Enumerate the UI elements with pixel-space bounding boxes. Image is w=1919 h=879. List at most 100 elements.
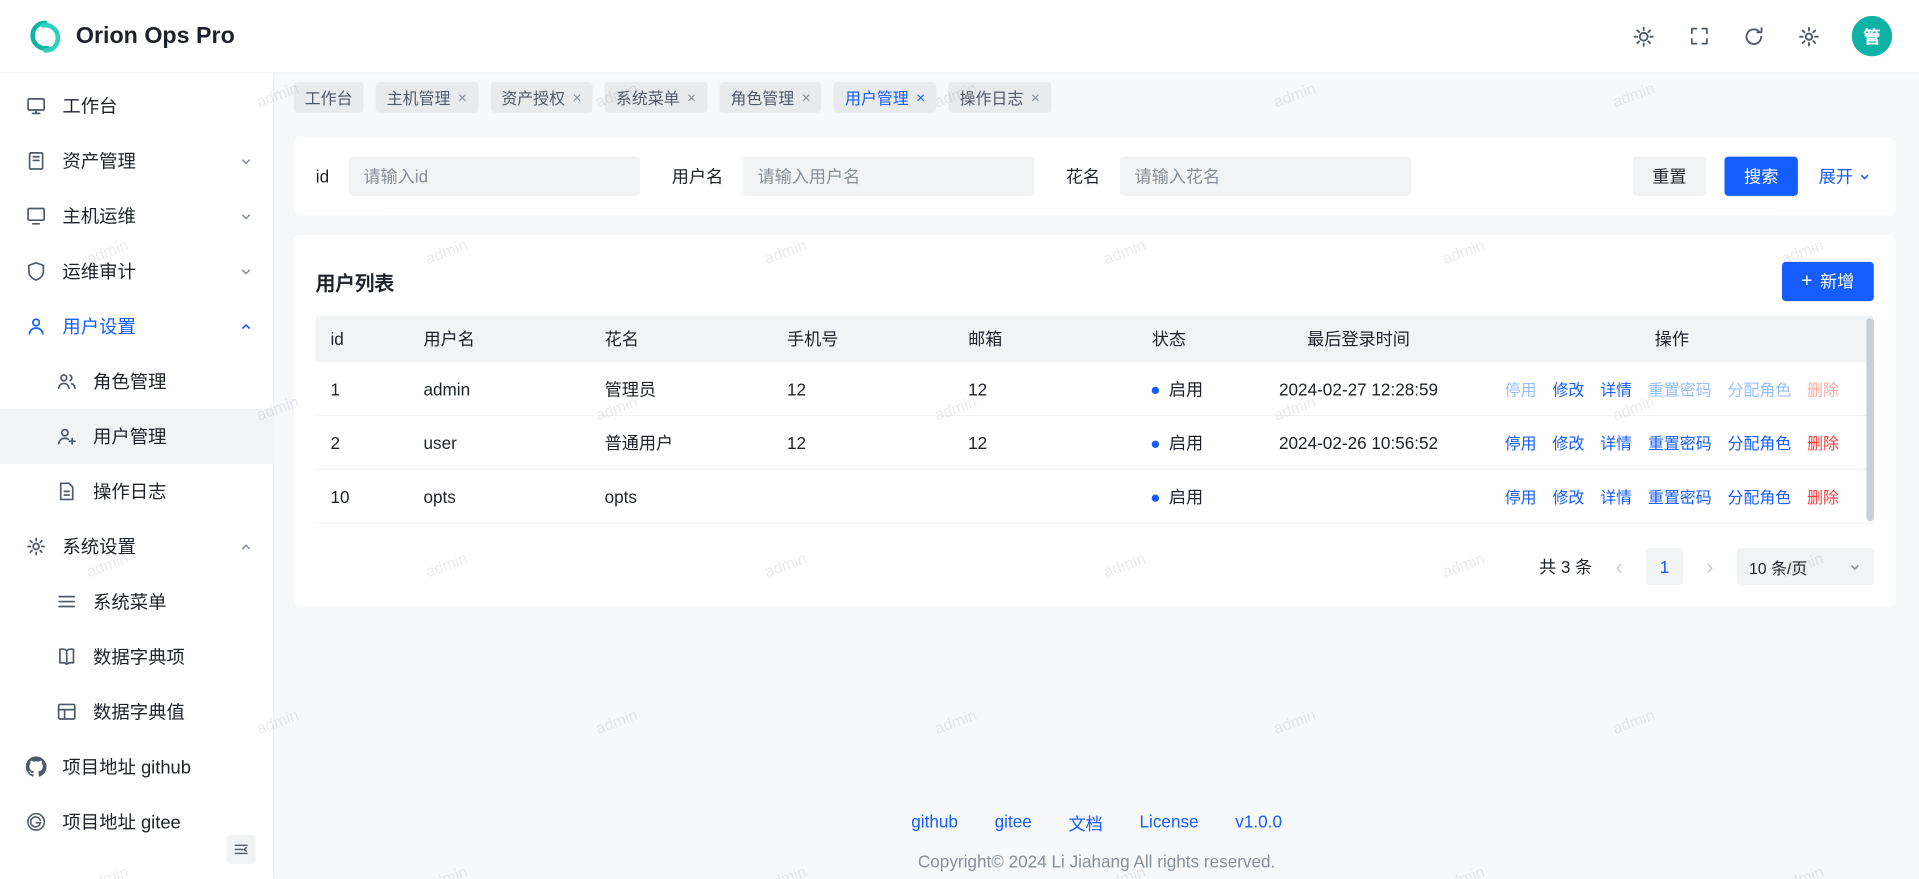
action-assign-role[interactable]: 分配角色 [1728,431,1792,454]
page-number-button[interactable]: 1 [1646,548,1683,585]
cell-id: 2 [316,433,409,453]
cell-username: admin [409,379,590,399]
action-disable[interactable]: 停用 [1505,377,1537,400]
fullscreen-icon[interactable] [1687,24,1711,48]
settings-gear-icon[interactable] [1797,24,1821,48]
footer-link-gitee[interactable]: gitee [995,811,1032,835]
app-title: Orion Ops Pro [76,23,235,50]
username-input[interactable] [743,157,1034,196]
sidebar-item-workbench[interactable]: 工作台 [0,78,273,133]
close-icon[interactable]: × [458,89,467,105]
table-row: 1 admin 管理员 12 12 启用 2024-02-27 12:28:59… [316,362,1874,416]
close-icon[interactable]: × [572,89,581,105]
host-icon [26,206,47,227]
page-size-value: 10 条/页 [1749,555,1807,578]
close-icon[interactable]: × [1031,89,1040,105]
sidebar-item-system-settings[interactable]: 系统设置 [0,519,273,574]
cell-nickname: opts [590,487,772,507]
tab-host-management[interactable]: 主机管理 × [376,82,478,113]
status-text: 启用 [1169,487,1203,507]
action-disable[interactable]: 停用 [1505,431,1537,454]
copyright-text: Copyright© 2024 Li Jiahang All rights re… [274,852,1919,872]
action-delete[interactable]: 删除 [1807,377,1839,400]
cell-nickname: 管理员 [590,376,772,400]
tab-workbench[interactable]: 工作台 [294,82,364,113]
footer-link-github[interactable]: github [911,811,958,835]
footer: github gitee 文档 License v1.0.0 Copyright… [274,811,1919,871]
action-disable[interactable]: 停用 [1505,485,1537,508]
sidebar-item-label: 用户设置 [62,313,135,339]
action-reset-password[interactable]: 重置密码 [1648,431,1712,454]
monitor-icon [26,95,47,116]
cell-username: opts [409,487,590,507]
expand-label: 展开 [1819,164,1853,188]
sidebar-item-operation-log[interactable]: 操作日志 [0,464,273,519]
sidebar-item-role-management[interactable]: 角色管理 [0,354,273,409]
action-edit[interactable]: 修改 [1552,377,1584,400]
sidebar-item-ops-audit[interactable]: 运维审计 [0,244,273,299]
sidebar-item-label: 数据字典项 [93,644,185,670]
sidebar-item-asset-management[interactable]: 资产管理 [0,133,273,188]
sidebar-collapse-button[interactable] [226,835,255,864]
filter-field-id: id [316,157,640,196]
action-delete[interactable]: 删除 [1807,431,1839,454]
sidebar-item-label: 数据字典值 [93,699,185,725]
row-actions: 停用 修改 详情 重置密码 分配角色 删除 [1470,377,1874,400]
sidebar-item-data-dict-value[interactable]: 数据字典值 [0,684,273,739]
footer-link-docs[interactable]: 文档 [1069,811,1103,835]
sidebar-item-label: 资产管理 [62,148,135,174]
sidebar-item-data-dict-item[interactable]: 数据字典项 [0,629,273,684]
github-icon [26,756,47,777]
user-list-card: 用户列表 + 新增 id 用户名 花名 手机号 邮箱 状态 最后登录时间 [294,235,1896,607]
nickname-input[interactable] [1120,157,1411,196]
filter-field-username: 用户名 [672,157,1034,196]
refresh-icon[interactable] [1742,24,1766,48]
user-avatar[interactable]: 管 [1852,16,1892,56]
action-detail[interactable]: 详情 [1600,431,1632,454]
table-row: 10 opts opts 启用 停用 修改 详情 重置密码 分配角色 删除 [316,470,1874,524]
close-icon[interactable]: × [687,89,696,105]
gitee-icon [26,811,47,832]
sidebar-item-user-settings[interactable]: 用户设置 [0,299,273,354]
sidebar-item-user-management[interactable]: 用户管理 [0,409,273,464]
tab-asset-authorization[interactable]: 资产授权 × [490,82,592,113]
close-icon[interactable]: × [801,89,810,105]
add-user-button[interactable]: + 新增 [1782,262,1874,301]
tab-operation-log[interactable]: 操作日志 × [949,82,1051,113]
expand-button[interactable]: 展开 [1816,157,1874,196]
action-edit[interactable]: 修改 [1552,485,1584,508]
sidebar-item-host-ops[interactable]: 主机运维 [0,188,273,243]
action-delete[interactable]: 删除 [1807,485,1839,508]
sidebar-item-github[interactable]: 项目地址 github [0,739,273,794]
action-reset-password[interactable]: 重置密码 [1648,377,1712,400]
app-header: Orion Ops Pro [0,0,1919,73]
chevron-up-icon [239,539,254,554]
col-header-status: 状态 [1135,327,1248,351]
action-detail[interactable]: 详情 [1600,377,1632,400]
prev-page-icon[interactable]: ‹ [1607,556,1631,578]
search-button[interactable]: 搜索 [1724,157,1797,196]
footer-link-version[interactable]: v1.0.0 [1235,811,1282,835]
table-scrollbar[interactable] [1866,318,1873,521]
log-icon [56,481,77,502]
action-reset-password[interactable]: 重置密码 [1648,485,1712,508]
page-size-select[interactable]: 10 条/页 [1737,548,1874,585]
tab-user-management[interactable]: 用户管理 × [834,82,936,113]
tab-system-menu[interactable]: 系统菜单 × [605,82,707,113]
action-assign-role[interactable]: 分配角色 [1728,377,1792,400]
reset-button[interactable]: 重置 [1633,157,1706,196]
sidebar-item-system-menu[interactable]: 系统菜单 [0,574,273,629]
action-edit[interactable]: 修改 [1552,431,1584,454]
status-badge: 启用 [1135,376,1248,400]
footer-link-license[interactable]: License [1140,811,1199,835]
tab-role-management[interactable]: 角色管理 × [719,82,821,113]
close-icon[interactable]: × [916,89,925,105]
next-page-icon[interactable]: › [1698,556,1722,578]
action-assign-role[interactable]: 分配角色 [1728,485,1792,508]
theme-toggle-icon[interactable] [1631,24,1655,48]
id-input[interactable] [349,157,640,196]
tab-label: 角色管理 [730,86,794,109]
action-detail[interactable]: 详情 [1600,485,1632,508]
filter-card: id 用户名 花名 重置 搜索 展开 [294,137,1896,215]
status-text: 启用 [1169,433,1203,453]
